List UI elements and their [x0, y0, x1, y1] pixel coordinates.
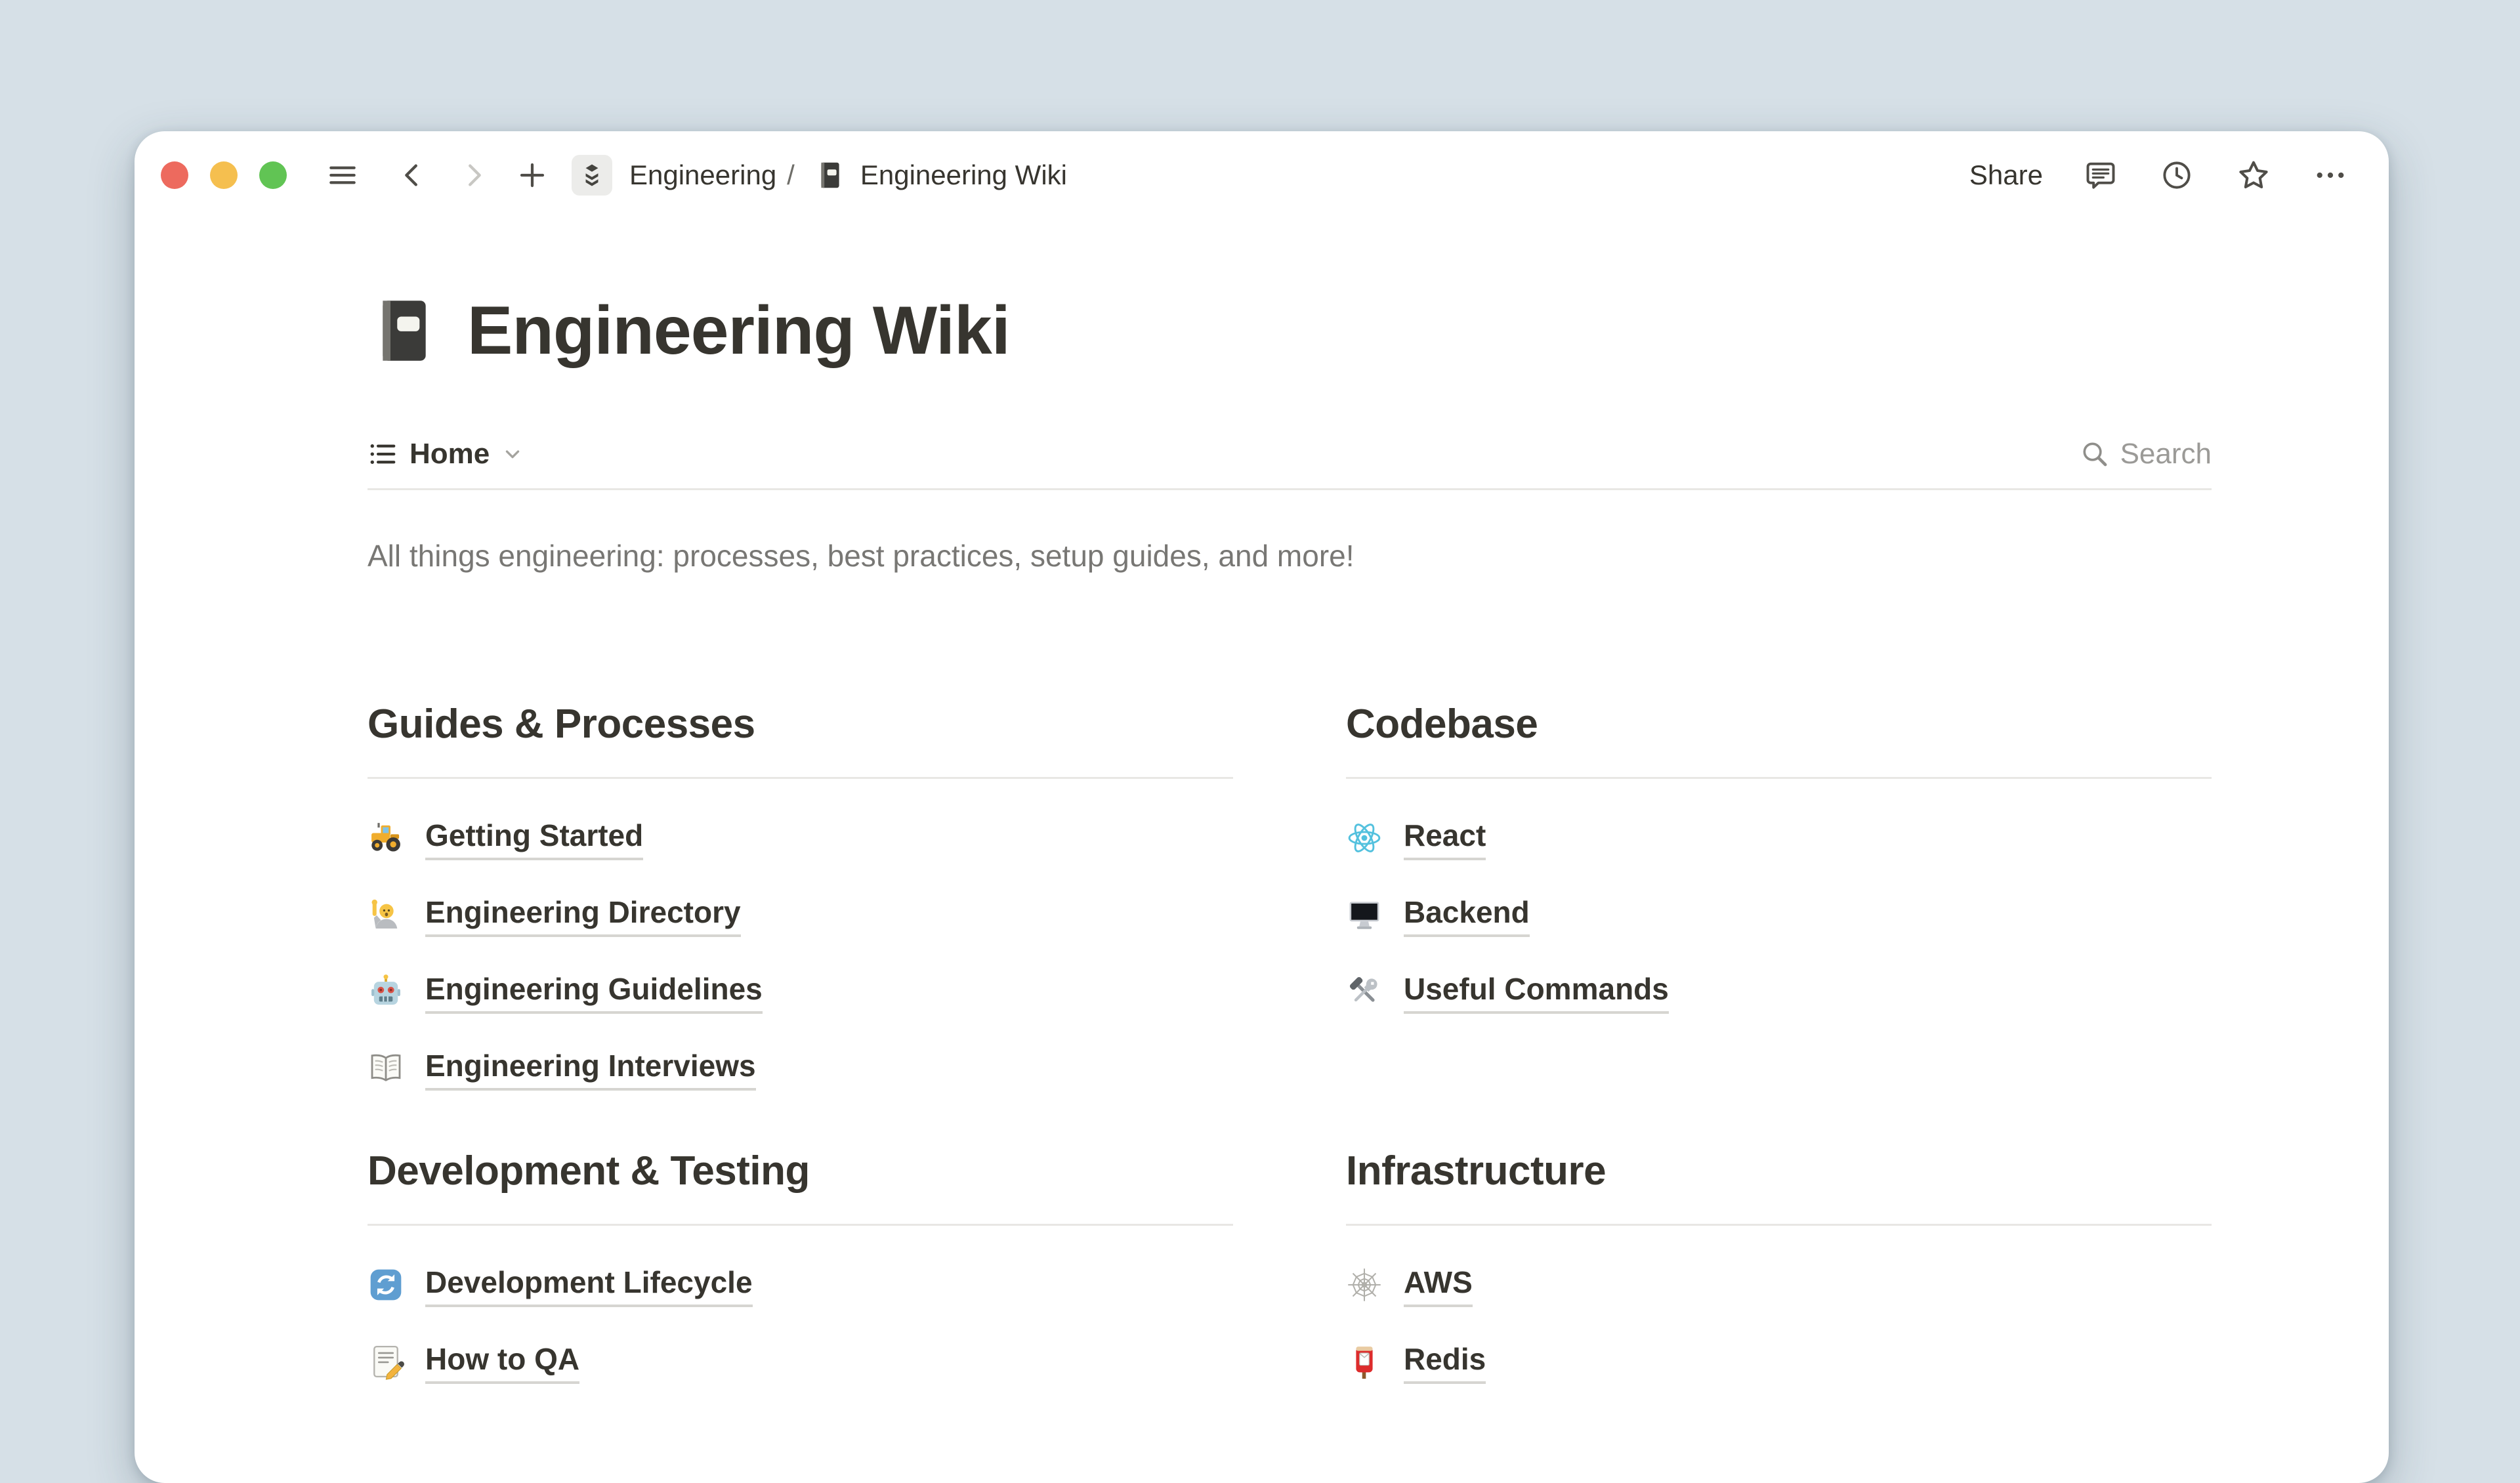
- open-book-icon: [368, 1050, 404, 1087]
- chevron-left-icon: [397, 160, 427, 190]
- page-title: Engineering Wiki: [467, 291, 1010, 370]
- layers-icon: [578, 161, 606, 189]
- workspace-switcher[interactable]: [572, 155, 612, 196]
- person-raising-hand-icon: [368, 896, 404, 933]
- page-link-engineering-directory[interactable]: Engineering Directory: [368, 892, 1233, 937]
- section-divider: [368, 777, 1233, 779]
- page-link-react[interactable]: React: [1346, 816, 2212, 860]
- zoom-button[interactable]: [259, 161, 287, 189]
- list-view-icon: [368, 439, 398, 469]
- breadcrumb-separator: /: [787, 159, 795, 191]
- section-title: Codebase: [1346, 696, 2212, 753]
- page-link-engineering-interviews[interactable]: Engineering Interviews: [368, 1046, 1233, 1091]
- page-link-label: Engineering Directory: [425, 892, 741, 937]
- clock-icon: [2160, 158, 2194, 192]
- section-title: Infrastructure: [1346, 1142, 2212, 1200]
- spider-web-icon: [1346, 1266, 1383, 1303]
- search-label: Search: [2120, 438, 2212, 470]
- plus-icon: [516, 159, 548, 191]
- page-link-how-to-qa[interactable]: How to QA: [368, 1339, 1233, 1384]
- ellipsis-icon: [2313, 158, 2347, 192]
- back-button[interactable]: [397, 160, 427, 190]
- desktop-computer-icon: [1346, 896, 1383, 933]
- view-divider: [368, 488, 2212, 490]
- page-link-label: Backend: [1404, 892, 1530, 937]
- robot-icon: [368, 973, 404, 1010]
- hamburger-icon: [326, 159, 359, 192]
- page-link-backend[interactable]: Backend: [1346, 892, 2212, 937]
- chevron-down-icon: [501, 443, 524, 465]
- app-window: Engineering / Engineering Wiki Share Eng…: [135, 131, 2389, 1483]
- share-button[interactable]: Share: [1969, 159, 2043, 191]
- section-codebase: Codebase React Backend: [1346, 696, 2212, 1123]
- comments-button[interactable]: [2084, 158, 2118, 192]
- page-link-useful-commands[interactable]: Useful Commands: [1346, 969, 2212, 1014]
- page-link-label: AWS: [1404, 1263, 1473, 1307]
- page-title-row: Engineering Wiki: [368, 291, 2212, 370]
- page-link-label: Development Lifecycle: [425, 1263, 753, 1307]
- search-button[interactable]: Search: [2080, 438, 2212, 470]
- sections-grid: Guides & Processes Getting Started Engin…: [368, 696, 2212, 1416]
- tab-home[interactable]: Home: [368, 438, 524, 470]
- section-divider: [1346, 777, 2212, 779]
- search-icon: [2080, 439, 2110, 469]
- page-link-label: Redis: [1404, 1339, 1486, 1384]
- comment-icon: [2084, 158, 2118, 192]
- page-description: All things engineering: processes, best …: [368, 536, 2212, 575]
- counterclockwise-arrows-icon: [368, 1266, 404, 1303]
- star-icon: [2236, 157, 2271, 193]
- chevron-right-icon: [459, 160, 489, 190]
- page-link-label: Getting Started: [425, 816, 643, 860]
- page-link-label: Useful Commands: [1404, 969, 1669, 1014]
- breadcrumb-page[interactable]: Engineering Wiki: [860, 159, 1067, 191]
- toolbar: Engineering / Engineering Wiki Share: [135, 131, 2389, 219]
- tractor-icon: [368, 820, 404, 856]
- view-tab-label: Home: [410, 438, 490, 470]
- favorite-button[interactable]: [2236, 157, 2271, 193]
- memo-icon: [368, 1343, 404, 1380]
- breadcrumb-workspace[interactable]: Engineering: [629, 159, 776, 191]
- section-title: Guides & Processes: [368, 696, 1233, 753]
- postbox-icon: [1346, 1343, 1383, 1380]
- page-link-label: Engineering Interviews: [425, 1046, 756, 1091]
- page-link-label: React: [1404, 816, 1486, 860]
- page-link-redis[interactable]: Redis: [1346, 1339, 2212, 1384]
- page-link-getting-started[interactable]: Getting Started: [368, 816, 1233, 860]
- section-development-testing: Development & Testing Development Lifecy…: [368, 1142, 1233, 1416]
- close-button[interactable]: [161, 161, 188, 189]
- hammer-wrench-icon: [1346, 973, 1383, 1010]
- section-divider: [1346, 1224, 2212, 1226]
- forward-button[interactable]: [459, 160, 489, 190]
- section-title: Development & Testing: [368, 1142, 1233, 1200]
- history-button[interactable]: [2160, 158, 2194, 192]
- more-options-button[interactable]: [2313, 158, 2347, 192]
- notebook-icon: [814, 159, 846, 191]
- page-link-label: How to QA: [425, 1339, 579, 1384]
- page-link-aws[interactable]: AWS: [1346, 1263, 2212, 1307]
- page-link-label: Engineering Guidelines: [425, 969, 763, 1014]
- view-tabs-row: Home Search: [368, 436, 2212, 472]
- page-content: Engineering Wiki Home Search All things …: [368, 291, 2212, 1416]
- section-infrastructure: Infrastructure AWS Redis: [1346, 1142, 2212, 1416]
- new-page-button[interactable]: [516, 159, 548, 191]
- react-icon: [1346, 820, 1383, 856]
- notebook-icon: [368, 294, 441, 367]
- section-guides-processes: Guides & Processes Getting Started Engin…: [368, 696, 1233, 1123]
- page-link-engineering-guidelines[interactable]: Engineering Guidelines: [368, 969, 1233, 1014]
- page-link-development-lifecycle[interactable]: Development Lifecycle: [368, 1263, 1233, 1307]
- sidebar-menu-button[interactable]: [326, 159, 359, 192]
- traffic-lights: [161, 161, 287, 189]
- minimize-button[interactable]: [210, 161, 238, 189]
- section-divider: [368, 1224, 1233, 1226]
